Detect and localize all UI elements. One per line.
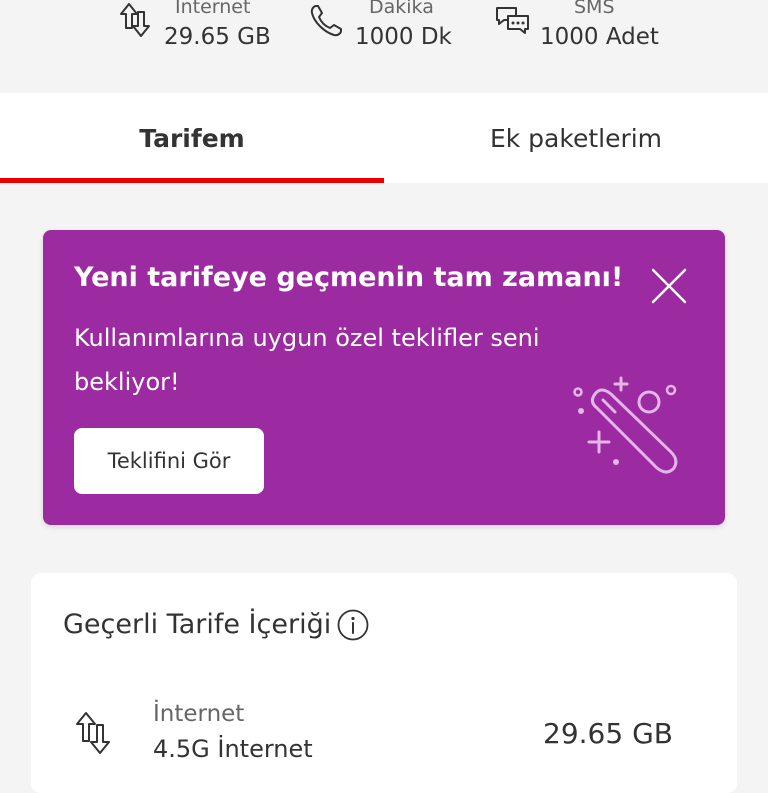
tariff-row-label: İnternet — [153, 701, 245, 727]
info-icon[interactable] — [337, 609, 369, 641]
tab-bar: Tarifem Ek paketlerim — [0, 93, 768, 183]
chat-bubbles-icon — [496, 7, 529, 34]
summary-internet: Internet 29.65 GB — [117, 0, 317, 60]
data-transfer-icon — [120, 3, 150, 37]
usage-summary: Internet 29.65 GB Dakika 1000 Dk SMS 100… — [0, 0, 768, 92]
summary-internet-label: Internet — [175, 0, 251, 18]
promo-text: Kullanımlarına uygun özel teklifler seni… — [74, 324, 540, 396]
promo-title: Yeni tarifeye geçmenin tam zamanı! — [74, 262, 624, 293]
summary-sms-value: 1000 Adet — [540, 24, 659, 50]
active-tab-indicator — [0, 178, 384, 183]
card-title: Geçerli Tarife İçeriği — [63, 609, 332, 640]
tab-ek-paketlerim-label: Ek paketlerim — [489, 123, 663, 153]
tab-tarifem[interactable]: Tarifem — [0, 93, 384, 183]
phone-icon — [310, 5, 342, 37]
data-transfer-icon — [76, 712, 110, 754]
summary-minutes: Dakika 1000 Dk — [308, 0, 468, 60]
summary-sms-label: SMS — [574, 0, 615, 18]
magic-wand-icon — [573, 376, 678, 474]
tab-tarifem-label: Tarifem — [139, 123, 245, 153]
summary-sms: SMS 1000 Adet — [494, 0, 694, 60]
tariff-row-sublabel: 4.5G İnternet — [153, 735, 313, 763]
tariff-row-value: 29.65 GB — [543, 717, 673, 750]
tab-ek-paketlerim[interactable]: Ek paketlerim — [384, 93, 768, 183]
summary-internet-value: 29.65 GB — [164, 24, 271, 50]
summary-minutes-label: Dakika — [369, 0, 434, 18]
tariff-content-card: Geçerli Tarife İçeriği İnternet 4.5G İnt… — [31, 573, 737, 793]
close-icon[interactable] — [647, 264, 691, 308]
promo-banner: Yeni tarifeye geçmenin tam zamanı! Kulla… — [43, 230, 725, 525]
summary-minutes-value: 1000 Dk — [355, 24, 452, 50]
see-offer-button[interactable]: Teklifini Gör — [74, 428, 264, 494]
